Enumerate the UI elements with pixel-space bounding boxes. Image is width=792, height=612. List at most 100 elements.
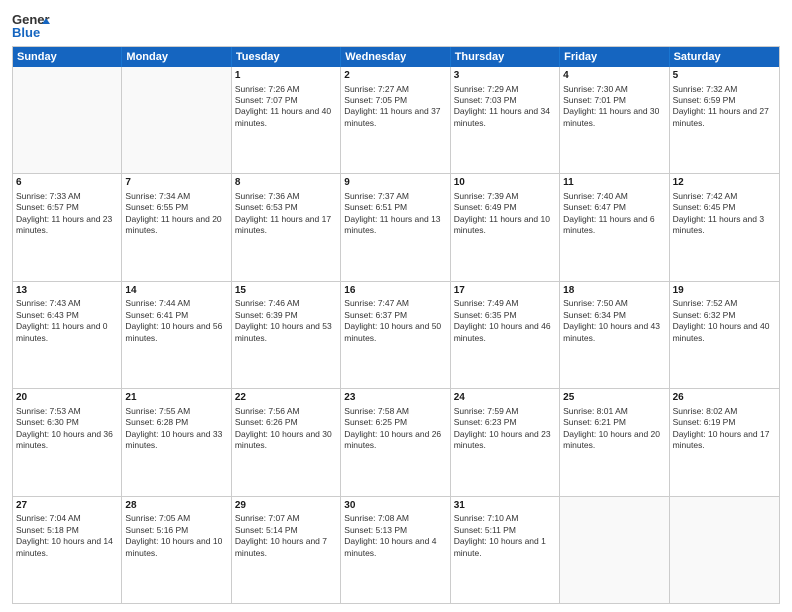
- calendar-cell: 14Sunrise: 7:44 AMSunset: 6:41 PMDayligh…: [122, 282, 231, 388]
- daylight-text: Daylight: 10 hours and 50 minutes.: [344, 321, 446, 344]
- day-number: 11: [563, 176, 665, 190]
- calendar-cell: 8Sunrise: 7:36 AMSunset: 6:53 PMDaylight…: [232, 174, 341, 280]
- calendar-cell: 31Sunrise: 7:10 AMSunset: 5:11 PMDayligh…: [451, 497, 560, 603]
- weekday-header-wednesday: Wednesday: [341, 47, 450, 67]
- sunrise-text: Sunrise: 7:50 AM: [563, 298, 665, 309]
- logo: General Blue: [12, 10, 50, 42]
- calendar-cell: 7Sunrise: 7:34 AMSunset: 6:55 PMDaylight…: [122, 174, 231, 280]
- sunset-text: Sunset: 6:30 PM: [16, 417, 118, 428]
- sunset-text: Sunset: 6:59 PM: [673, 95, 776, 106]
- sunset-text: Sunset: 5:13 PM: [344, 525, 446, 536]
- sunrise-text: Sunrise: 7:59 AM: [454, 406, 556, 417]
- daylight-text: Daylight: 10 hours and 4 minutes.: [344, 536, 446, 559]
- day-number: 18: [563, 284, 665, 298]
- day-number: 7: [125, 176, 227, 190]
- logo-icon: General Blue: [12, 10, 50, 42]
- sunset-text: Sunset: 7:01 PM: [563, 95, 665, 106]
- calendar-row: 27Sunrise: 7:04 AMSunset: 5:18 PMDayligh…: [13, 496, 779, 603]
- day-number: 3: [454, 69, 556, 83]
- day-number: 25: [563, 391, 665, 405]
- calendar-cell: 4Sunrise: 7:30 AMSunset: 7:01 PMDaylight…: [560, 67, 669, 173]
- day-number: 26: [673, 391, 776, 405]
- day-number: 29: [235, 499, 337, 513]
- daylight-text: Daylight: 10 hours and 10 minutes.: [125, 536, 227, 559]
- day-number: 2: [344, 69, 446, 83]
- calendar-row: 20Sunrise: 7:53 AMSunset: 6:30 PMDayligh…: [13, 388, 779, 495]
- day-number: 15: [235, 284, 337, 298]
- daylight-text: Daylight: 10 hours and 33 minutes.: [125, 429, 227, 452]
- calendar-row: 13Sunrise: 7:43 AMSunset: 6:43 PMDayligh…: [13, 281, 779, 388]
- daylight-text: Daylight: 10 hours and 43 minutes.: [563, 321, 665, 344]
- sunset-text: Sunset: 6:55 PM: [125, 202, 227, 213]
- daylight-text: Daylight: 10 hours and 26 minutes.: [344, 429, 446, 452]
- day-number: 8: [235, 176, 337, 190]
- calendar-cell: 21Sunrise: 7:55 AMSunset: 6:28 PMDayligh…: [122, 389, 231, 495]
- sunrise-text: Sunrise: 8:02 AM: [673, 406, 776, 417]
- sunrise-text: Sunrise: 7:40 AM: [563, 191, 665, 202]
- sunrise-text: Sunrise: 7:53 AM: [16, 406, 118, 417]
- sunrise-text: Sunrise: 7:05 AM: [125, 513, 227, 524]
- calendar-cell: 17Sunrise: 7:49 AMSunset: 6:35 PMDayligh…: [451, 282, 560, 388]
- sunset-text: Sunset: 6:19 PM: [673, 417, 776, 428]
- day-number: 24: [454, 391, 556, 405]
- calendar-cell: 12Sunrise: 7:42 AMSunset: 6:45 PMDayligh…: [670, 174, 779, 280]
- day-number: 17: [454, 284, 556, 298]
- calendar-cell: 25Sunrise: 8:01 AMSunset: 6:21 PMDayligh…: [560, 389, 669, 495]
- daylight-text: Daylight: 11 hours and 6 minutes.: [563, 214, 665, 237]
- sunrise-text: Sunrise: 7:30 AM: [563, 84, 665, 95]
- daylight-text: Daylight: 11 hours and 3 minutes.: [673, 214, 776, 237]
- daylight-text: Daylight: 11 hours and 13 minutes.: [344, 214, 446, 237]
- daylight-text: Daylight: 11 hours and 37 minutes.: [344, 106, 446, 129]
- sunrise-text: Sunrise: 7:46 AM: [235, 298, 337, 309]
- daylight-text: Daylight: 11 hours and 40 minutes.: [235, 106, 337, 129]
- sunrise-text: Sunrise: 7:08 AM: [344, 513, 446, 524]
- sunrise-text: Sunrise: 8:01 AM: [563, 406, 665, 417]
- daylight-text: Daylight: 10 hours and 30 minutes.: [235, 429, 337, 452]
- weekday-header-tuesday: Tuesday: [232, 47, 341, 67]
- sunset-text: Sunset: 6:45 PM: [673, 202, 776, 213]
- sunset-text: Sunset: 6:35 PM: [454, 310, 556, 321]
- calendar-row: 1Sunrise: 7:26 AMSunset: 7:07 PMDaylight…: [13, 67, 779, 173]
- sunset-text: Sunset: 6:28 PM: [125, 417, 227, 428]
- sunset-text: Sunset: 6:53 PM: [235, 202, 337, 213]
- sunrise-text: Sunrise: 7:55 AM: [125, 406, 227, 417]
- svg-text:Blue: Blue: [12, 25, 40, 40]
- sunset-text: Sunset: 6:49 PM: [454, 202, 556, 213]
- day-number: 4: [563, 69, 665, 83]
- calendar-cell: 28Sunrise: 7:05 AMSunset: 5:16 PMDayligh…: [122, 497, 231, 603]
- day-number: 14: [125, 284, 227, 298]
- calendar-cell: 1Sunrise: 7:26 AMSunset: 7:07 PMDaylight…: [232, 67, 341, 173]
- sunrise-text: Sunrise: 7:26 AM: [235, 84, 337, 95]
- daylight-text: Daylight: 10 hours and 56 minutes.: [125, 321, 227, 344]
- day-number: 6: [16, 176, 118, 190]
- calendar-cell: [560, 497, 669, 603]
- daylight-text: Daylight: 10 hours and 40 minutes.: [673, 321, 776, 344]
- day-number: 13: [16, 284, 118, 298]
- calendar: SundayMondayTuesdayWednesdayThursdayFrid…: [12, 46, 780, 604]
- sunset-text: Sunset: 7:07 PM: [235, 95, 337, 106]
- daylight-text: Daylight: 11 hours and 17 minutes.: [235, 214, 337, 237]
- calendar-cell: [13, 67, 122, 173]
- sunrise-text: Sunrise: 7:29 AM: [454, 84, 556, 95]
- daylight-text: Daylight: 10 hours and 20 minutes.: [563, 429, 665, 452]
- daylight-text: Daylight: 11 hours and 10 minutes.: [454, 214, 556, 237]
- daylight-text: Daylight: 11 hours and 27 minutes.: [673, 106, 776, 129]
- calendar-cell: 19Sunrise: 7:52 AMSunset: 6:32 PMDayligh…: [670, 282, 779, 388]
- sunset-text: Sunset: 6:21 PM: [563, 417, 665, 428]
- weekday-header-sunday: Sunday: [13, 47, 122, 67]
- day-number: 12: [673, 176, 776, 190]
- weekday-header-thursday: Thursday: [451, 47, 560, 67]
- calendar-cell: 9Sunrise: 7:37 AMSunset: 6:51 PMDaylight…: [341, 174, 450, 280]
- weekday-header-saturday: Saturday: [670, 47, 779, 67]
- daylight-text: Daylight: 10 hours and 46 minutes.: [454, 321, 556, 344]
- sunset-text: Sunset: 5:18 PM: [16, 525, 118, 536]
- sunrise-text: Sunrise: 7:04 AM: [16, 513, 118, 524]
- daylight-text: Daylight: 11 hours and 23 minutes.: [16, 214, 118, 237]
- sunset-text: Sunset: 6:23 PM: [454, 417, 556, 428]
- daylight-text: Daylight: 11 hours and 34 minutes.: [454, 106, 556, 129]
- sunset-text: Sunset: 6:51 PM: [344, 202, 446, 213]
- sunset-text: Sunset: 6:39 PM: [235, 310, 337, 321]
- weekday-header-monday: Monday: [122, 47, 231, 67]
- calendar-cell: 23Sunrise: 7:58 AMSunset: 6:25 PMDayligh…: [341, 389, 450, 495]
- day-number: 1: [235, 69, 337, 83]
